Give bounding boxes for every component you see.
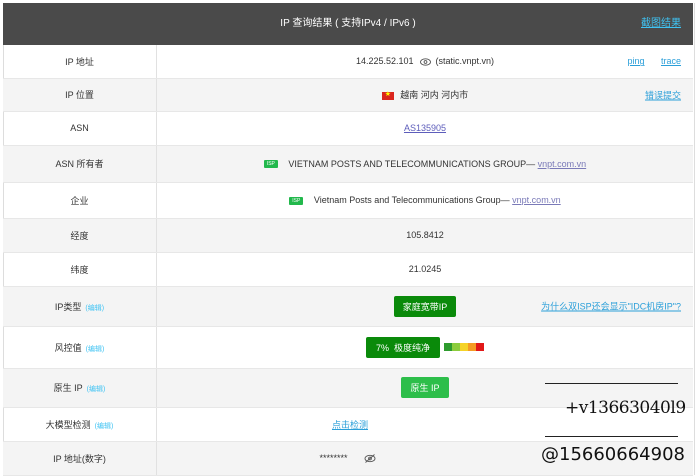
row-label: 风控值 (编辑) xyxy=(3,326,157,369)
ip-address-value[interactable]: 14.225.52.101 xyxy=(356,56,414,66)
overlay-line-top xyxy=(545,383,678,384)
company-domain-link[interactable]: vnpt.com.vn xyxy=(512,195,561,205)
row-latitude: 纬度 21.0245 xyxy=(3,252,693,287)
row-ip-location: IP 位置 越南 河内 河内市 错误提交 xyxy=(3,78,693,112)
trace-link[interactable]: trace xyxy=(661,56,681,66)
eye-icon[interactable] xyxy=(420,58,431,66)
row-asn-owner: ASN 所有者 ISP VIETNAM POSTS AND TELECOMMUN… xyxy=(3,145,693,183)
screenshot-result-link[interactable]: 截图结果 xyxy=(641,3,681,45)
ip-type-help: 为什么双ISP还会显示"IDC机房IP"? xyxy=(527,300,681,313)
overlay-line-bottom xyxy=(545,436,678,437)
row-value: 7% 极度纯净 xyxy=(156,326,693,369)
row-label: IP 位置 xyxy=(3,78,157,112)
row-asn: ASN AS135905 xyxy=(3,111,693,146)
row-company: 企业 ISP Vietnam Posts and Telecommunicati… xyxy=(3,182,693,219)
latitude-value: 21.0245 xyxy=(156,252,693,287)
isp-badge: ISP xyxy=(263,160,278,169)
row-label: ASN 所有者 xyxy=(3,145,157,183)
row-value: 14.225.52.101 (static.vnpt.vn) ping trac… xyxy=(156,45,693,79)
report-error: 错误提交 xyxy=(631,88,681,101)
row-ip-type: IP类型 (编辑) 家庭宽带IP 为什么双ISP还会显示"IDC机房IP"? xyxy=(3,286,693,327)
row-label: ASN xyxy=(3,111,157,146)
ip-type-question-link[interactable]: 为什么双ISP还会显示"IDC机房IP"? xyxy=(541,302,681,312)
report-error-link[interactable]: 错误提交 xyxy=(645,90,681,100)
result-title: IP 查询结果 ( 支持IPv4 / IPv6 ) xyxy=(280,18,416,29)
row-value: ISP Vietnam Posts and Telecommunications… xyxy=(156,182,693,219)
row-label: 企业 xyxy=(3,182,157,219)
model-detect-label: 大模型检测 xyxy=(45,419,91,430)
row-risk-score: 风控值 (编辑) 7% 极度纯净 xyxy=(3,326,693,369)
row-label: 原生 IP (编辑) xyxy=(3,368,157,408)
row-label: 纬度 xyxy=(3,252,157,287)
native-ip-label: 原生 IP xyxy=(53,383,83,393)
edit-link[interactable]: (编辑) xyxy=(85,305,104,312)
risk-text: 极度纯净 xyxy=(394,342,431,353)
hostname-value: (static.vnpt.vn) xyxy=(435,56,495,67)
edit-link[interactable]: (编辑) xyxy=(87,386,106,393)
row-value: 越南 河内 河内市 错误提交 xyxy=(156,78,693,112)
overlay-contact-1: +v13663040l9 xyxy=(565,398,686,418)
row-value: ISP VIETNAM POSTS AND TELECOMMUNICATIONS… xyxy=(156,145,693,183)
risk-percent: 7% xyxy=(375,342,389,353)
result-header: IP 查询结果 ( 支持IPv4 / IPv6 ) 截图结果 xyxy=(3,3,693,45)
location-value: 越南 河内 河内市 xyxy=(400,90,469,100)
ping-link[interactable]: ping xyxy=(627,56,644,66)
row-label: IP 地址(数字) xyxy=(3,441,157,476)
row-value: 家庭宽带IP 为什么双ISP还会显示"IDC机房IP"? xyxy=(156,286,693,327)
ip-type-label: IP类型 xyxy=(54,301,82,312)
overlay-contact-2: @15660664908 xyxy=(541,444,685,465)
risk-color-bar xyxy=(444,343,485,351)
edit-link[interactable]: (编辑) xyxy=(95,423,114,430)
row-value: AS135905 xyxy=(156,111,693,146)
isp-badge: ISP xyxy=(289,196,304,205)
company-value: Vietnam Posts and Telecommunications Gro… xyxy=(313,195,510,205)
eye-off-icon[interactable] xyxy=(364,454,376,463)
row-ip-address: IP 地址 14.225.52.101 (static.vnpt.vn) pin… xyxy=(3,45,693,79)
native-ip-badge: 原生 IP xyxy=(401,377,449,398)
risk-label: 风控值 xyxy=(54,342,82,353)
ip-tools: ping trace xyxy=(613,56,681,66)
edit-link[interactable]: (编辑) xyxy=(86,346,105,353)
vietnam-flag-icon xyxy=(381,91,394,100)
asn-owner-value: VIETNAM POSTS AND TELECOMMUNICATIONS GRO… xyxy=(288,158,536,169)
row-longitude: 经度 105.8412 xyxy=(3,218,693,253)
row-label: 经度 xyxy=(3,218,157,253)
risk-badge: 7% 极度纯净 xyxy=(365,336,441,358)
click-detect-link[interactable]: 点击检测 xyxy=(332,420,368,430)
longitude-value: 105.8412 xyxy=(156,218,693,253)
row-label: 大模型检测 (编辑) xyxy=(3,407,157,442)
asn-link[interactable]: AS135905 xyxy=(404,123,446,133)
ip-type-badge: 家庭宽带IP xyxy=(393,295,457,317)
ip-numeric-value: ******** xyxy=(319,452,348,463)
risk-indicator: 7% 极度纯净 xyxy=(365,336,485,358)
asn-owner-domain-link[interactable]: vnpt.com.vn xyxy=(538,159,587,169)
row-label: IP类型 (编辑) xyxy=(3,286,157,327)
row-label: IP 地址 xyxy=(3,45,157,79)
